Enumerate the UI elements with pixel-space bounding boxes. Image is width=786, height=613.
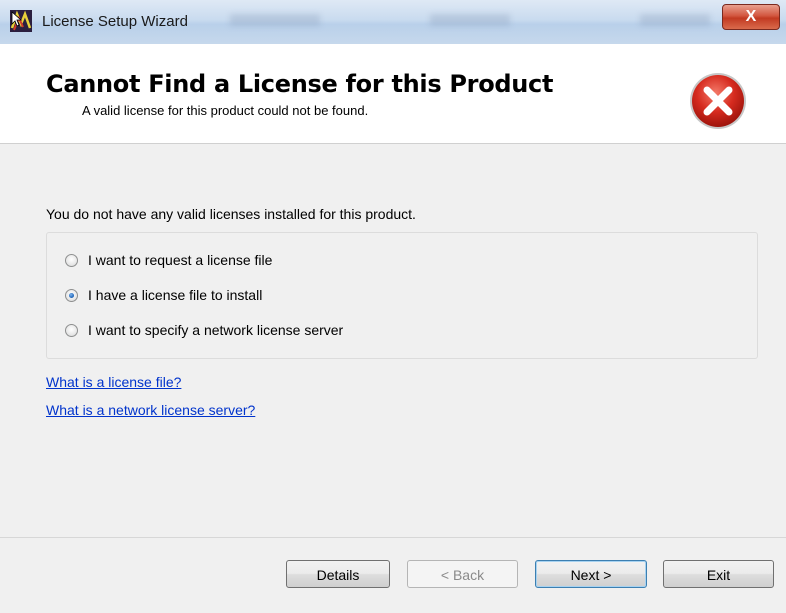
option-request-license[interactable]: I want to request a license file bbox=[65, 250, 272, 270]
license-options-group: I want to request a license file I have … bbox=[46, 232, 758, 359]
background-blur bbox=[230, 14, 320, 26]
option-network-server[interactable]: I want to specify a network license serv… bbox=[65, 320, 343, 340]
close-button[interactable]: X bbox=[722, 4, 780, 30]
wizard-body: You do not have any valid licenses insta… bbox=[0, 144, 786, 537]
radio-network-server[interactable] bbox=[65, 323, 78, 337]
background-blur bbox=[430, 14, 510, 26]
back-button[interactable]: < Back bbox=[407, 560, 518, 588]
option-install-license[interactable]: I have a license file to install bbox=[65, 285, 262, 305]
background-blur bbox=[640, 14, 710, 26]
radio-request-license[interactable] bbox=[65, 253, 78, 267]
title-bar: License Setup Wizard X bbox=[0, 0, 786, 45]
radio-install-license[interactable] bbox=[65, 288, 78, 302]
details-button[interactable]: Details bbox=[286, 560, 390, 588]
option-label: I have a license file to install bbox=[88, 287, 263, 303]
window-title: License Setup Wizard bbox=[42, 13, 188, 30]
app-icon bbox=[10, 10, 32, 32]
option-label: I want to specify a network license serv… bbox=[88, 322, 344, 338]
page-title: Cannot Find a License for this Product bbox=[46, 70, 554, 98]
link-what-is-network-server[interactable]: What is a network license server? bbox=[46, 402, 255, 418]
page-subtitle: A valid license for this product could n… bbox=[82, 103, 369, 118]
wizard-header: Cannot Find a License for this Product A… bbox=[0, 44, 786, 144]
option-label: I want to request a license file bbox=[88, 252, 273, 268]
exit-button[interactable]: Exit bbox=[663, 560, 774, 588]
link-what-is-license-file[interactable]: What is a license file? bbox=[46, 374, 181, 390]
intro-text: You do not have any valid licenses insta… bbox=[46, 206, 416, 222]
next-button[interactable]: Next > bbox=[535, 560, 647, 588]
error-icon bbox=[690, 73, 746, 129]
